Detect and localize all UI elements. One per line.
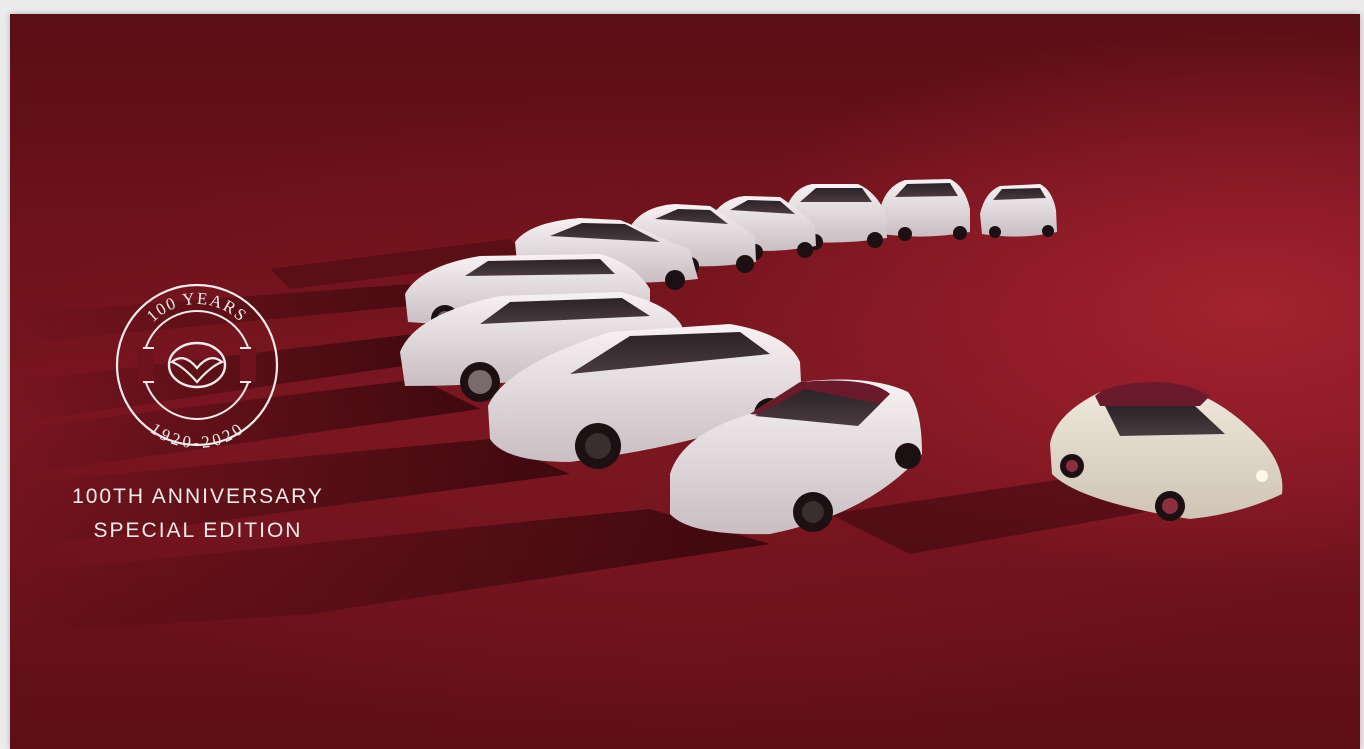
headline-line-1: 100TH ANNIVERSARY [72,485,324,508]
svg-text:1920-2020: 1920-2020 [147,419,247,448]
headline-line-2: SPECIAL EDITION [93,519,303,542]
hero-image: 100 YEARS 1920-2020 100TH ANNIVERSARY SP… [10,14,1360,749]
car-suv-back-2 [880,179,970,241]
emblem-inner-ring [142,310,252,420]
mazda-wing-logo-icon [167,341,227,389]
page-background [0,0,1364,14]
emblem-bottom-text: 1920-2020 [147,419,246,448]
headline: 100TH ANNIVERSARY SPECIAL EDITION [38,480,358,548]
anniversary-emblem: 100 YEARS 1920-2020 [115,283,279,448]
car-suv-far-right [980,184,1057,238]
